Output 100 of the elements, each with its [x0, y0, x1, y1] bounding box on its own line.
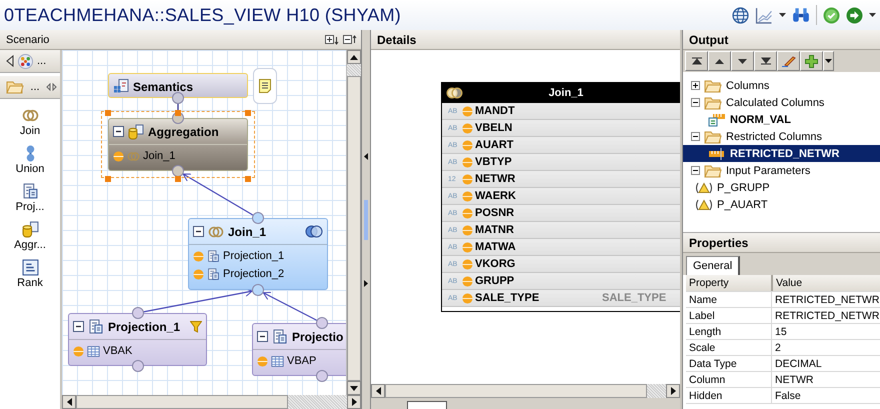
move-up-button[interactable]	[708, 51, 731, 71]
warning-icon	[695, 182, 713, 194]
rings-icon	[127, 150, 140, 162]
palette-item[interactable]: Aggr...	[0, 221, 60, 251]
zoom-field[interactable]	[407, 401, 447, 409]
collapse-icon[interactable]	[691, 98, 700, 107]
calculator-icon	[708, 112, 726, 126]
list-icon	[22, 259, 38, 276]
ball-icon	[462, 224, 473, 236]
palette-item[interactable]: Proj...	[0, 183, 60, 213]
scroll-left-icon[interactable]	[376, 387, 380, 395]
chart-icon[interactable]	[755, 6, 773, 24]
panel-title: Properties	[689, 236, 748, 250]
move-top-icon	[692, 57, 702, 65]
node-input-label: VBAK	[103, 345, 132, 357]
move-bottom-button[interactable]	[754, 51, 777, 71]
globe-icon[interactable]	[732, 6, 749, 24]
scroll-up-icon[interactable]	[350, 54, 358, 60]
ball-icon	[193, 268, 204, 280]
column-name: WAERK	[475, 190, 517, 202]
palette-icon[interactable]	[18, 54, 33, 68]
scroll-down-icon[interactable]	[350, 386, 358, 390]
port-handle[interactable]	[252, 284, 264, 296]
collapse-icon[interactable]	[691, 132, 700, 141]
selection-handle[interactable]	[105, 110, 111, 116]
folder-icon	[704, 130, 722, 144]
palette-item[interactable]: Union	[0, 145, 60, 175]
horizontal-scrollbar[interactable]	[62, 395, 361, 409]
port-handle[interactable]	[316, 370, 328, 382]
ball-icon	[462, 174, 473, 184]
collapse-all-icon[interactable]	[343, 34, 357, 44]
scroll-thumb[interactable]	[76, 395, 288, 409]
scroll-left-icon[interactable]	[66, 398, 72, 406]
scroll-right-icon[interactable]	[352, 398, 356, 406]
tree-item[interactable]: NORM_VAL	[683, 111, 880, 128]
column-name: MATWA	[475, 241, 517, 253]
port-handle[interactable]	[172, 92, 184, 104]
move-top-button[interactable]	[685, 51, 708, 71]
note-button[interactable]	[253, 68, 277, 104]
horizontal-scrollbar[interactable]	[371, 384, 680, 398]
node-title: Projectio	[292, 330, 344, 344]
binoculars-icon[interactable]	[792, 7, 810, 23]
tree-item[interactable]: P_GRUPP	[683, 179, 880, 196]
tree-item[interactable]: Calculated Columns	[683, 94, 880, 111]
tree-item[interactable]: RETRICTED_NETWR	[683, 145, 880, 162]
add-button[interactable]	[800, 51, 823, 71]
collapse-icon[interactable]	[73, 321, 84, 332]
port-handle[interactable]	[316, 317, 328, 329]
document-icon	[272, 328, 288, 344]
back-icon[interactable]	[6, 55, 14, 67]
table-cell: Length	[686, 324, 772, 339]
rings-icon	[208, 224, 224, 240]
tree-item[interactable]: Restricted Columns	[683, 128, 880, 145]
tree-item[interactable]: Input Parameters	[683, 162, 880, 179]
venn-icon[interactable]	[305, 225, 323, 238]
collapse-icon[interactable]	[113, 126, 124, 137]
swap-icon[interactable]	[46, 83, 57, 91]
column-header[interactable]: Value	[773, 275, 880, 291]
connector-arrow	[182, 174, 254, 216]
caret-icon[interactable]	[869, 12, 876, 18]
selection-handle[interactable]	[245, 176, 251, 182]
column-name: AUART	[475, 139, 514, 151]
edit-button[interactable]	[777, 51, 800, 71]
selection-handle[interactable]	[175, 176, 181, 182]
check-icon[interactable]	[823, 6, 840, 24]
scroll-track[interactable]	[347, 64, 361, 76]
palette-item[interactable]: Join	[0, 107, 60, 137]
selection-handle[interactable]	[245, 110, 251, 116]
tab[interactable]: General	[686, 256, 740, 275]
scroll-thumb[interactable]	[347, 76, 361, 381]
move-down-button[interactable]	[731, 51, 754, 71]
palette-header[interactable]: ...	[0, 50, 60, 73]
rings-icon	[22, 107, 38, 124]
tree-item[interactable]: P_AUART	[683, 196, 880, 213]
column-header[interactable]: Property	[686, 275, 773, 291]
scroll-right-icon[interactable]	[670, 387, 676, 395]
dropdown-button[interactable]	[823, 51, 834, 71]
vertical-scrollbar[interactable]	[346, 50, 361, 395]
expand-icon[interactable]	[691, 81, 700, 90]
selection-handle[interactable]	[175, 110, 181, 116]
port-handle[interactable]	[252, 212, 264, 224]
port-handle[interactable]	[132, 307, 144, 319]
palette-drawer[interactable]: ...	[0, 76, 60, 99]
run-icon[interactable]	[846, 6, 863, 24]
collapse-arrow-icon[interactable]	[364, 152, 368, 160]
collapse-icon[interactable]	[257, 331, 268, 342]
panel-title: Scenario	[6, 34, 50, 46]
folder-icon	[704, 164, 722, 178]
caret-icon[interactable]	[779, 12, 786, 18]
expand-arrow-icon[interactable]	[364, 280, 368, 286]
expand-all-icon[interactable]	[325, 34, 339, 44]
collapse-icon[interactable]	[193, 226, 204, 237]
collapse-icon[interactable]	[691, 166, 700, 175]
scroll-thumb[interactable]	[385, 384, 647, 398]
document-icon	[88, 318, 104, 334]
tree-item[interactable]: Columns	[683, 77, 880, 94]
selection-handle[interactable]	[105, 176, 111, 182]
diagram-node[interactable]: Aggregation Join_1	[101, 111, 255, 178]
palette-item[interactable]: Rank	[0, 259, 60, 289]
ball-icon	[462, 122, 473, 134]
